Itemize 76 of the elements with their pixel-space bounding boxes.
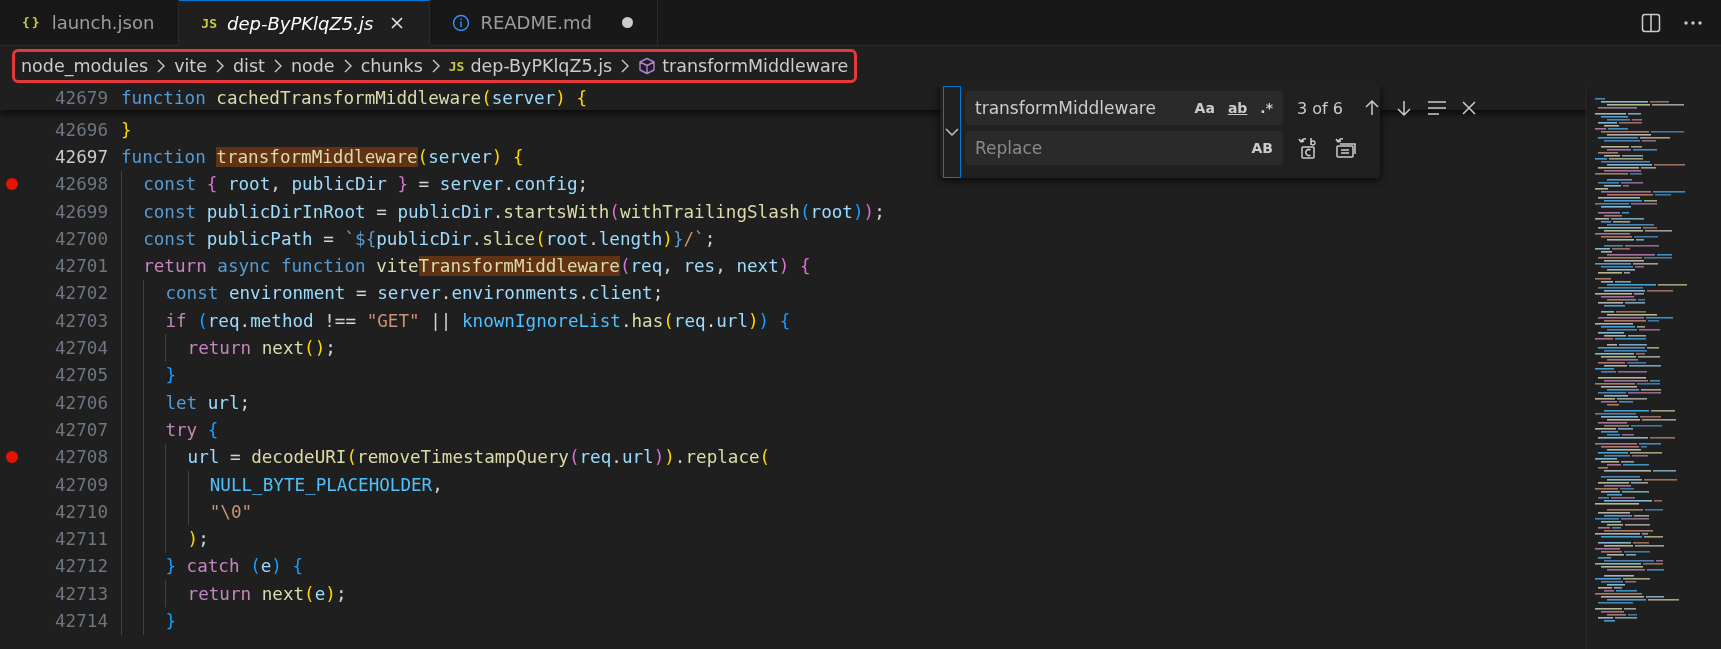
close-icon[interactable] bbox=[389, 15, 406, 31]
code-line: const { root, publicDir } = server.config; bbox=[121, 170, 589, 198]
code-line: const publicDirInRoot = publicDir.startsWith(withTrailingSlash(root)); bbox=[121, 197, 885, 226]
breadcrumb-item[interactable]: node bbox=[290, 56, 335, 76]
breadcrumb-item[interactable]: transformMiddleware bbox=[662, 56, 849, 76]
line-number: 42710 bbox=[54, 501, 108, 522]
line-number: 42705 bbox=[54, 365, 108, 386]
option-toggle[interactable]: Aa bbox=[1192, 99, 1217, 117]
json-icon: {} bbox=[22, 15, 42, 30]
breakpoint-icon[interactable] bbox=[6, 451, 18, 464]
cube-icon bbox=[638, 57, 657, 75]
line-number: 42704 bbox=[54, 338, 108, 358]
code-line: try { bbox=[121, 416, 219, 444]
chevron-right-icon bbox=[156, 58, 167, 74]
line-number: 42679 bbox=[54, 88, 108, 108]
option-toggle[interactable]: ab bbox=[1225, 99, 1250, 117]
lines-icon[interactable] bbox=[1426, 99, 1447, 117]
find-field[interactable]: transformMiddleware Aa ab .* bbox=[965, 91, 1283, 125]
line-number: 42713 bbox=[54, 583, 108, 604]
js-icon: JS bbox=[448, 58, 465, 74]
option-toggle[interactable]: .* bbox=[1258, 99, 1275, 117]
breadcrumb-item[interactable]: dep-ByPKlqZ5.js bbox=[470, 56, 613, 76]
line-number: 42709 bbox=[54, 474, 108, 495]
code-line: } bbox=[121, 118, 132, 142]
line-number: 42714 bbox=[54, 611, 108, 631]
code-line: function transformMiddleware(server) { bbox=[121, 145, 524, 169]
code-line: const publicPath = `${publicDir.slice(root.length)}/`; bbox=[121, 225, 716, 253]
code-line: NULL_BYTE_PLACEHOLDER, bbox=[121, 470, 443, 499]
code-line: function cachedTransformMiddleware(server) { bbox=[121, 87, 588, 110]
chevron-right-icon bbox=[215, 58, 225, 74]
replace-field[interactable]: Replace AB bbox=[965, 131, 1283, 165]
chevron-right-icon bbox=[272, 58, 283, 74]
code-line: return next(e); bbox=[121, 580, 347, 608]
breadcrumb-item[interactable]: chunks bbox=[360, 56, 423, 76]
code-line: return async function viteTransformMiddleware(req, res, next) { bbox=[121, 252, 811, 280]
line-number: 42696 bbox=[54, 119, 108, 140]
editor-tab[interactable]: README.md bbox=[430, 0, 659, 46]
line-number: 42699 bbox=[54, 201, 108, 222]
code-line: } bbox=[121, 361, 176, 389]
code-line: url = decodeURI(removeTimestampQuery(req.url)).replace( bbox=[121, 443, 771, 471]
line-number: 42707 bbox=[54, 419, 108, 440]
editor-tab[interactable]: JS dep-ByPKlqZ5.js bbox=[179, 0, 431, 46]
code-line: return next(); bbox=[121, 334, 336, 362]
line-number: 42698 bbox=[54, 174, 108, 195]
line-number: 42702 bbox=[54, 283, 108, 304]
chevron-right-icon bbox=[342, 58, 353, 74]
line-number: 42703 bbox=[54, 310, 108, 331]
breadcrumb-item[interactable]: node_modules bbox=[21, 56, 149, 76]
split-editor-icon[interactable] bbox=[1641, 12, 1661, 33]
option-toggle[interactable]: AB bbox=[1249, 139, 1275, 157]
line-number: 42701 bbox=[54, 256, 108, 277]
info-icon bbox=[452, 13, 471, 32]
match-count: 3 of 6 bbox=[1297, 98, 1343, 118]
code-line: const environment = server.environments.client; bbox=[121, 279, 664, 308]
arrow-down-icon[interactable] bbox=[1394, 99, 1413, 117]
breadcrumb-item[interactable]: dist bbox=[233, 56, 265, 76]
code-line: ); bbox=[121, 525, 209, 553]
replace-all-icon[interactable] bbox=[1333, 136, 1359, 160]
code-line: } bbox=[121, 607, 176, 635]
line-number: 42708 bbox=[54, 447, 108, 468]
code-line: } catch (e) { bbox=[121, 552, 304, 581]
line-number: 42697 bbox=[54, 146, 108, 167]
replace-icon[interactable] bbox=[1297, 136, 1319, 160]
code-line: "\0" bbox=[121, 498, 253, 526]
close-icon[interactable] bbox=[1460, 100, 1477, 116]
line-number: 42706 bbox=[54, 392, 108, 413]
code-line: if (req.method !== "GET" || knownIgnoreList.has(req.url)) { bbox=[121, 307, 791, 335]
breadcrumb-item[interactable]: vite bbox=[174, 56, 207, 76]
code-line: let url; bbox=[121, 388, 251, 417]
line-number: 42712 bbox=[54, 556, 108, 577]
chevron-right-icon bbox=[620, 58, 631, 74]
breakpoint-icon[interactable] bbox=[6, 178, 18, 191]
chevron-right-icon bbox=[430, 58, 441, 74]
line-number: 42700 bbox=[54, 228, 108, 249]
js-icon: JS bbox=[201, 15, 217, 31]
line-number: 42711 bbox=[54, 529, 108, 550]
